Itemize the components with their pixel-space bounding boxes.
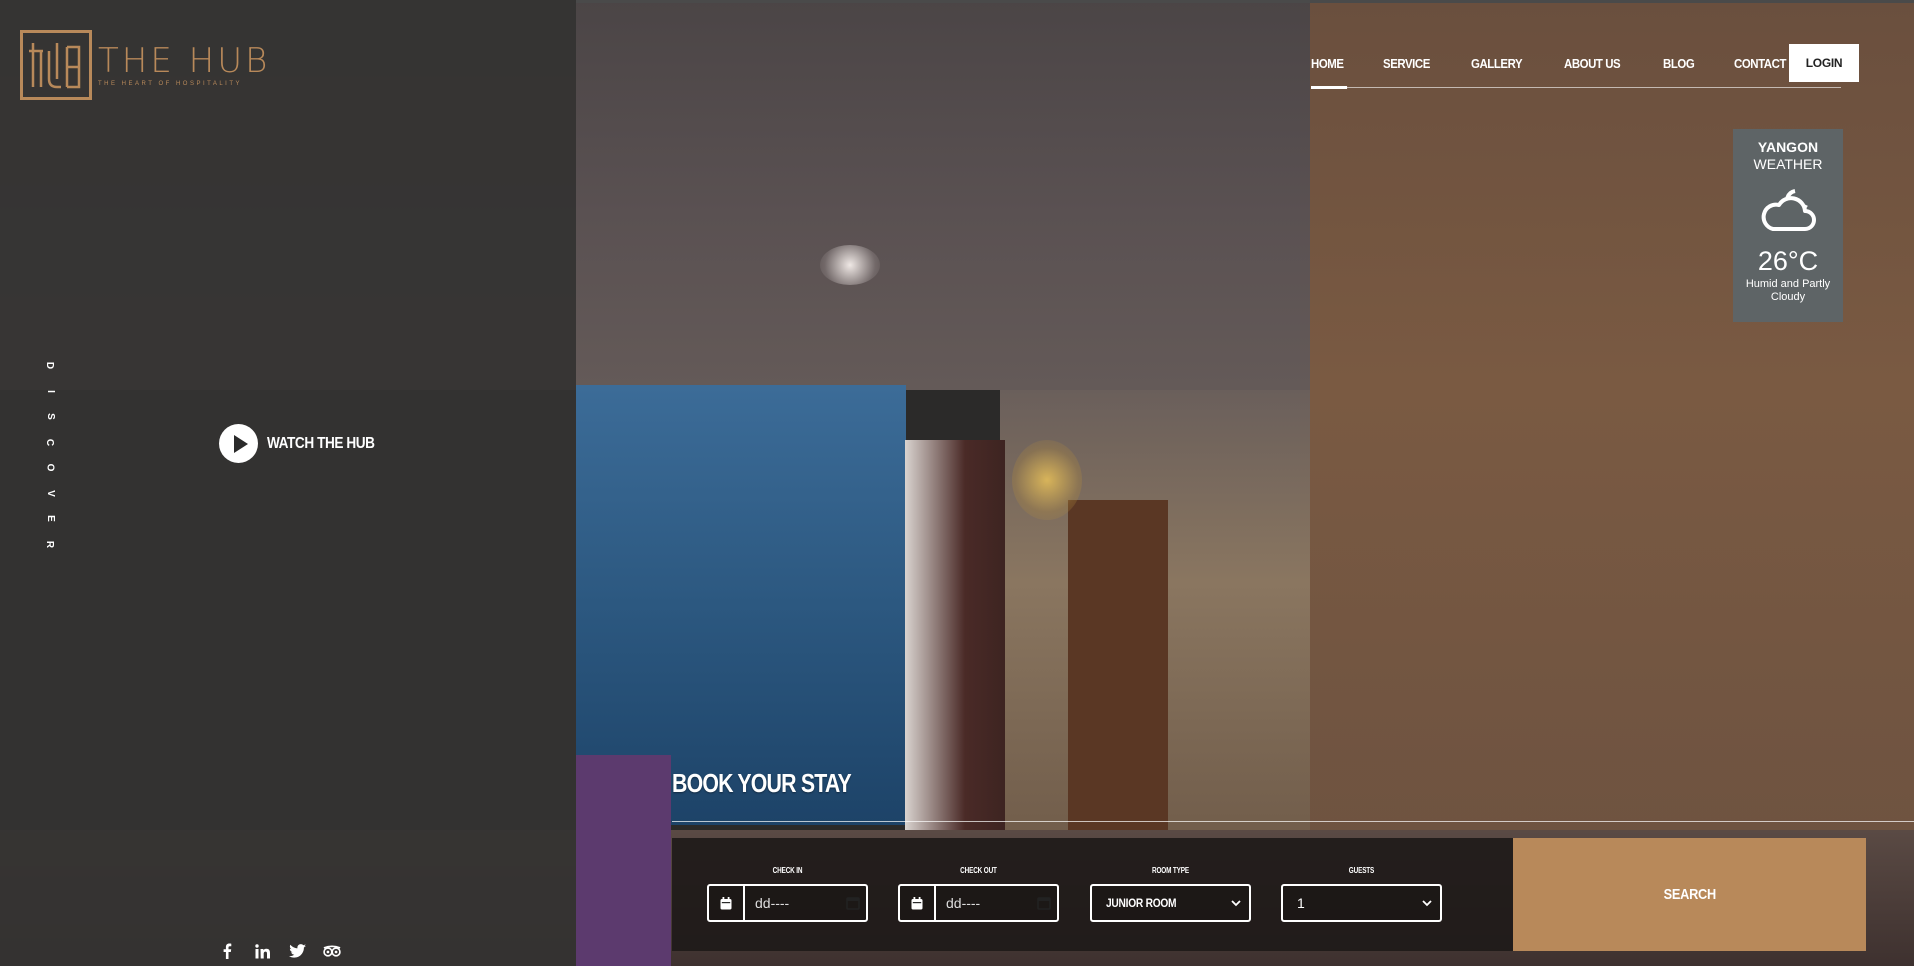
guests-select[interactable]: 1 [1283, 886, 1440, 920]
weather-label: WEATHER [1753, 156, 1823, 172]
booking-divider [672, 821, 1914, 822]
tripadvisor-icon[interactable] [323, 942, 341, 960]
facebook-icon[interactable] [218, 942, 236, 960]
login-button[interactable]: LOGIN [1789, 44, 1859, 82]
background-door [1068, 500, 1168, 830]
discover-letter: O [44, 463, 56, 472]
weather-widget: YANGON WEATHER 26°C Humid and Partly Clo… [1733, 129, 1843, 322]
check-in-label: CHECK IN [772, 866, 803, 875]
discover-vertical-label: D I S C O V E R [38, 360, 62, 550]
room-type-label: ROOM TYPE [1152, 866, 1189, 875]
calendar-picker-icon[interactable] [1031, 896, 1057, 910]
check-in-field: CHECK IN [707, 866, 868, 922]
discover-letter: V [44, 489, 56, 497]
guests-value: 1 [1297, 895, 1305, 911]
room-type-value: JUNIOR ROOM [1106, 896, 1177, 910]
discover-letter: I [44, 389, 56, 393]
chevron-down-icon [1422, 896, 1432, 910]
discover-letter: D [44, 361, 56, 370]
weather-city: YANGON [1757, 139, 1819, 155]
nav-item-gallery[interactable]: GALLERY [1471, 44, 1523, 88]
room-type-select[interactable]: JUNIOR ROOM [1092, 886, 1249, 920]
background-ceiling-light [820, 245, 880, 285]
discover-letter: S [44, 413, 56, 420]
logo-tagline: THE HEART OF HOSPITALITY [98, 81, 243, 87]
logo-title: THE HUB [98, 41, 271, 81]
room-type-field: ROOM TYPE JUNIOR ROOM [1090, 866, 1251, 922]
play-icon [219, 424, 258, 463]
weather-temperature: 26°C [1757, 246, 1819, 276]
chevron-down-icon [1231, 896, 1241, 910]
search-button[interactable]: SEARCH [1513, 838, 1866, 951]
partly-cloudy-icon [1759, 183, 1817, 238]
nav-item-about-us[interactable]: ABOUT US [1564, 44, 1621, 88]
logo-mark-icon [20, 30, 92, 100]
left-panel: THE HUB THE HEART OF HOSPITALITY D I S C O V E… [0, 0, 576, 966]
guests-label: GUESTS [1348, 866, 1375, 875]
calendar-icon[interactable] [709, 886, 745, 920]
check-out-input[interactable] [936, 886, 1031, 920]
nav-item-service[interactable]: SERVICE [1383, 44, 1430, 88]
nav-item-home[interactable]: HOME [1311, 44, 1348, 89]
weather-description: Humid and Partly Cloudy [1745, 278, 1831, 303]
discover-letter: R [44, 540, 56, 549]
watch-label: WATCH THE HUB [267, 434, 375, 452]
search-label: SEARCH [1663, 886, 1716, 903]
background-curtain [905, 440, 1005, 860]
check-out-label: CHECK OUT [960, 866, 997, 875]
background-sofa [576, 755, 671, 966]
booking-title: BOOK YOUR STAY [672, 768, 852, 798]
social-links [218, 942, 341, 960]
check-out-field: CHECK OUT [898, 866, 1059, 922]
calendar-icon[interactable] [900, 886, 936, 920]
watch-video-button[interactable]: WATCH THE HUB [219, 424, 394, 463]
nav-item-blog[interactable]: BLOG [1663, 44, 1695, 88]
calendar-picker-icon[interactable] [840, 896, 866, 910]
discover-letter: C [44, 438, 56, 446]
discover-letter: E [44, 515, 56, 523]
guests-field: GUESTS 1 [1281, 866, 1442, 922]
logo[interactable]: THE HUB THE HEART OF HOSPITALITY [20, 30, 270, 100]
linkedin-icon[interactable] [253, 942, 271, 960]
twitter-icon[interactable] [288, 942, 306, 960]
booking-form: CHECK IN CHECK OUT ROOM TYPE JUN [672, 838, 1513, 951]
check-in-input[interactable] [745, 886, 840, 920]
background-lamp [1012, 440, 1082, 520]
main-nav: HOME SERVICE GALLERY ABOUT US BLOG CONTACT US [1311, 44, 1842, 89]
